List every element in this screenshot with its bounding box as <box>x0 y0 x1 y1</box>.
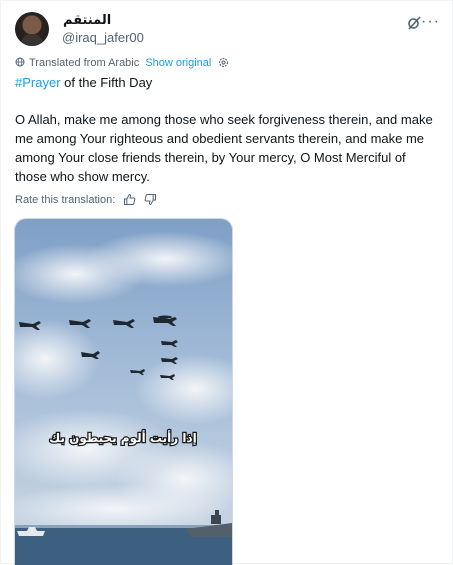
thumbs-up-icon[interactable] <box>123 193 136 206</box>
post-header: المنتقم @iraq_jafer00 ··· <box>15 12 440 48</box>
author-handle[interactable]: @iraq_jafer00 <box>62 30 144 45</box>
video-player[interactable]: إذا رأيت ألوم يحيطون بك <box>14 218 233 565</box>
video-frame: إذا رأيت ألوم يحيطون بك <box>15 219 232 565</box>
post-title: #Prayer of the Fifth Day <box>15 75 152 90</box>
hashtag-link[interactable]: #Prayer <box>15 75 61 90</box>
post-title-text: of the Fifth Day <box>60 75 153 90</box>
globe-icon <box>15 57 25 67</box>
thumbs-down-icon[interactable] <box>144 193 157 206</box>
gear-icon[interactable] <box>218 57 229 68</box>
translation-notice-label: Translated from Arabic <box>29 57 140 69</box>
show-original-link[interactable]: Show original <box>145 57 211 69</box>
translation-notice: Translated from Arabic Show original <box>15 57 229 69</box>
more-icon[interactable]: ··· <box>421 13 440 31</box>
avatar[interactable] <box>15 12 49 46</box>
avatar-figure <box>21 34 43 46</box>
grok-icon[interactable] <box>406 15 422 31</box>
post-body: O Allah, make me among those who seek fo… <box>15 112 433 184</box>
author-display-name[interactable]: المنتقم <box>63 13 111 28</box>
rate-translation-label: Rate this translation: <box>15 194 116 206</box>
rate-translation: Rate this translation: <box>15 193 157 206</box>
video-subtitle: إذا رأيت ألوم يحيطون بك <box>49 430 196 446</box>
